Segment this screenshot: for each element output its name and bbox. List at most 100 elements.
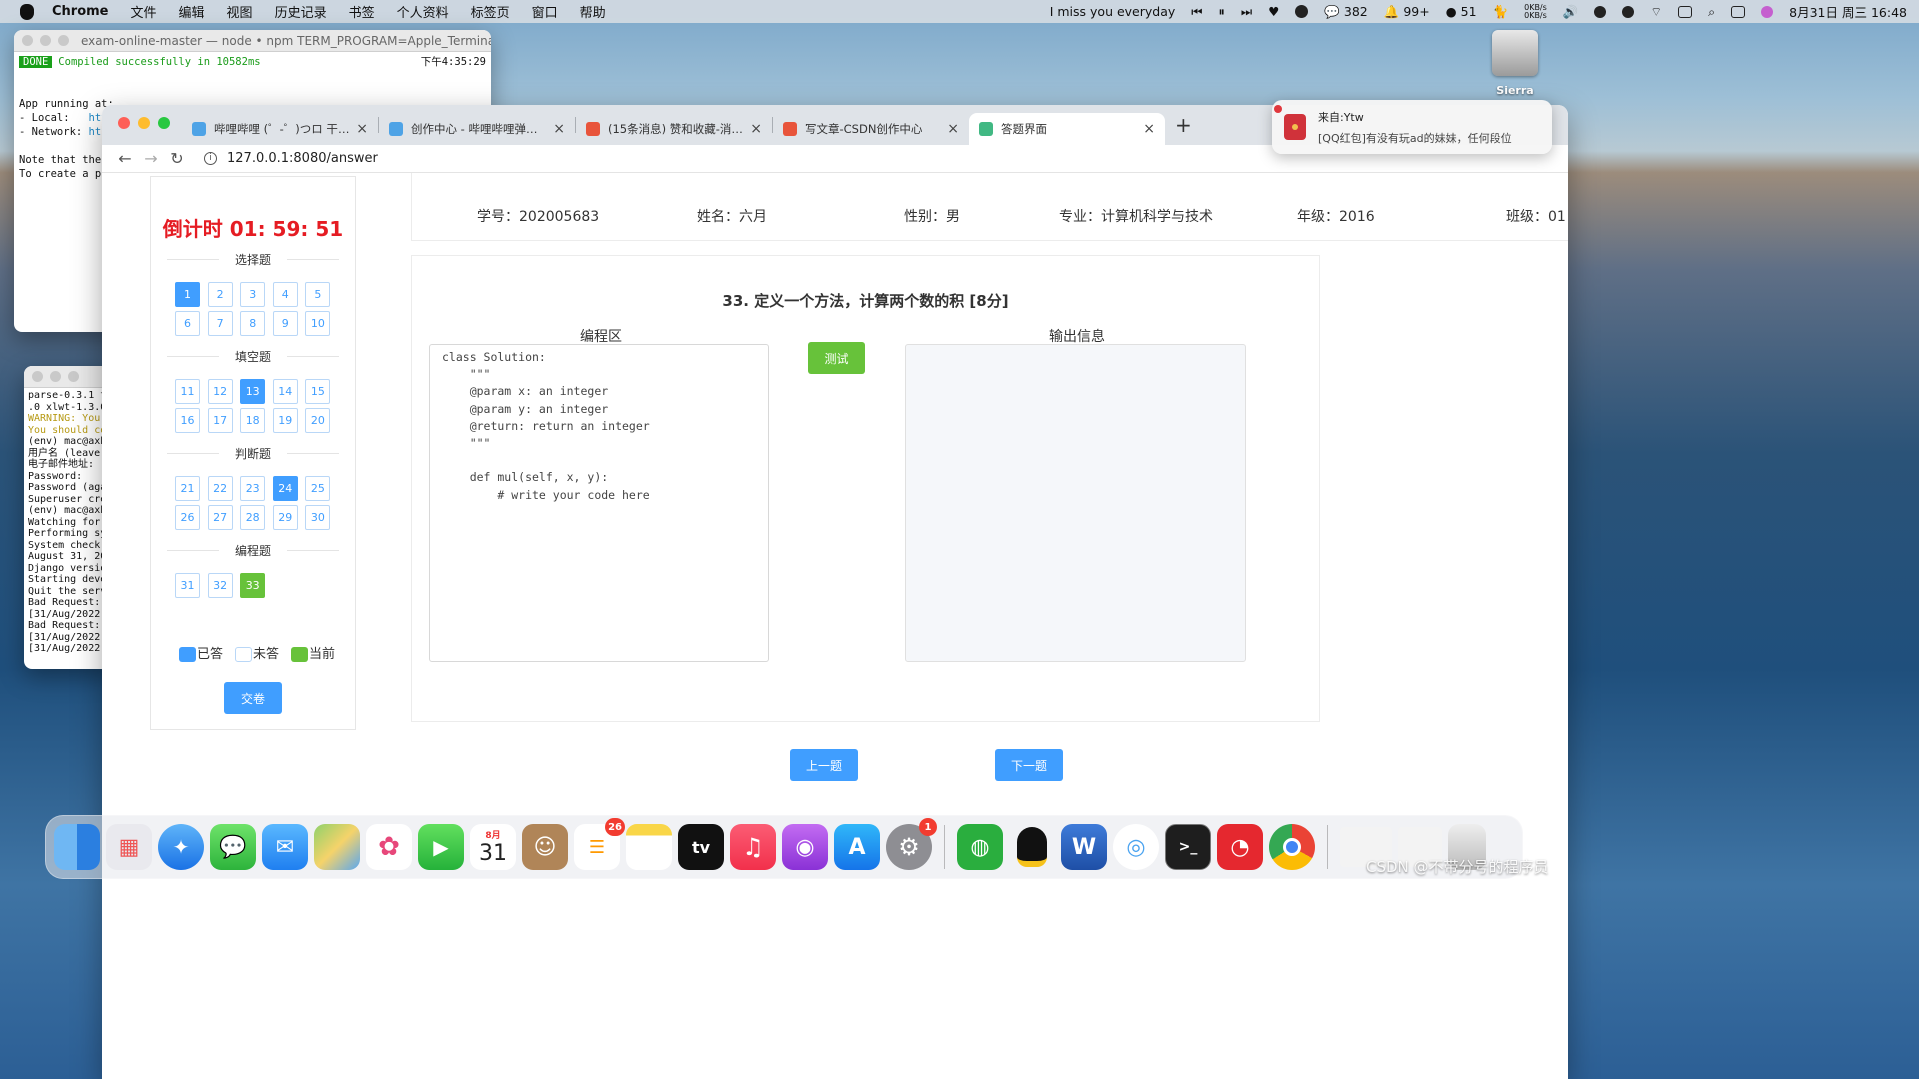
- menu-item-history[interactable]: 历史记录: [275, 2, 327, 21]
- chrome-window[interactable]: 哔哩哔哩 (゜-゜)つロ 干杯~-bili × 创作中心 - 哔哩哔哩弹幕视频网 ×…: [102, 105, 1568, 1079]
- pause-icon[interactable]: ⏸: [1219, 4, 1225, 20]
- user-icon[interactable]: [1622, 5, 1635, 18]
- prev-question-button[interactable]: 上一题: [790, 749, 858, 781]
- question-number-button[interactable]: 19: [272, 408, 298, 433]
- heart-icon[interactable]: ♥: [1268, 4, 1279, 19]
- finder-icon[interactable]: [54, 824, 100, 870]
- wifi-icon[interactable]: ⌔: [1650, 4, 1662, 20]
- menu-item-profile[interactable]: 个人资料: [397, 2, 449, 21]
- question-number-button[interactable]: 24: [272, 476, 298, 501]
- close-tab-icon[interactable]: ×: [750, 121, 762, 137]
- question-number-button[interactable]: 18: [240, 408, 266, 433]
- question-number-button[interactable]: 23: [240, 476, 266, 501]
- minimize-window-button[interactable]: [40, 35, 51, 46]
- minimize-window-button[interactable]: [138, 117, 150, 129]
- question-number-button[interactable]: 28: [240, 505, 266, 530]
- question-number-button[interactable]: 32: [207, 573, 233, 598]
- facetime-icon[interactable]: ▶: [418, 824, 464, 870]
- menu-item-edit[interactable]: 编辑: [179, 2, 205, 21]
- terminal-window-django[interactable]: parse-0.3.1 t .0 xlwt-1.3.0 WARNING: You Yo…: [24, 366, 114, 669]
- menu-item-window[interactable]: 窗口: [532, 2, 558, 21]
- menu-item-file[interactable]: 文件: [131, 2, 157, 21]
- question-number-button[interactable]: 13: [240, 379, 266, 404]
- question-number-button[interactable]: 7: [207, 311, 233, 336]
- menu-item-help[interactable]: 帮助: [580, 2, 606, 21]
- app-store-icon[interactable]: A: [834, 824, 880, 870]
- tab-answer-page[interactable]: 答题界面 ×: [969, 113, 1165, 145]
- music-icon[interactable]: ♫: [730, 824, 776, 870]
- question-number-button[interactable]: 11: [175, 379, 200, 404]
- mail-icon[interactable]: ✉: [262, 824, 308, 870]
- question-number-button[interactable]: 25: [305, 476, 331, 501]
- control-center-icon[interactable]: [1731, 5, 1746, 18]
- question-number-button[interactable]: 21: [175, 476, 200, 501]
- hard-disk-icon[interactable]: [1492, 30, 1538, 76]
- menu-item-tabs[interactable]: 标签页: [471, 2, 510, 21]
- question-number-button[interactable]: 33: [240, 573, 266, 598]
- question-number-button[interactable]: 5: [305, 282, 331, 307]
- volume-icon[interactable]: 🔊: [1563, 4, 1579, 20]
- question-number-button[interactable]: 1: [175, 282, 200, 307]
- question-number-button[interactable]: 20: [305, 408, 331, 433]
- qq-notification[interactable]: 来自:Ytw [QQ红包]有没有玩ad的妹妹，任何段位: [1272, 100, 1552, 154]
- tab-bilibili[interactable]: 哔哩哔哩 (゜-゜)つロ 干杯~-bili ×: [182, 113, 378, 145]
- question-number-button[interactable]: 26: [175, 505, 200, 530]
- netease-music-icon[interactable]: ◔: [1217, 824, 1263, 870]
- question-number-button[interactable]: 17: [207, 408, 233, 433]
- word-icon[interactable]: W: [1061, 824, 1107, 870]
- next-track-icon[interactable]: ⏭: [1241, 4, 1252, 20]
- menu-item-bookmarks[interactable]: 书签: [349, 2, 375, 21]
- zoom-window-button[interactable]: [68, 371, 79, 382]
- question-number-button[interactable]: 30: [305, 505, 331, 530]
- question-number-button[interactable]: 27: [207, 505, 233, 530]
- test-button[interactable]: 测试: [808, 342, 865, 374]
- question-number-button[interactable]: 4: [272, 282, 298, 307]
- terminal-output[interactable]: parse-0.3.1 t .0 xlwt-1.3.0 WARNING: You Yo…: [24, 388, 114, 657]
- close-tab-icon[interactable]: ×: [947, 121, 959, 137]
- apple-tv-icon[interactable]: tv: [678, 824, 724, 870]
- wechat-status[interactable]: ● 51: [1446, 4, 1477, 19]
- question-number-button[interactable]: 29: [272, 505, 298, 530]
- output-textarea[interactable]: [905, 344, 1246, 662]
- question-number-button[interactable]: 8: [240, 311, 266, 336]
- site-info-icon[interactable]: i: [204, 152, 217, 165]
- netease-icon[interactable]: [1295, 5, 1309, 18]
- question-number-button[interactable]: 31: [175, 573, 200, 598]
- close-window-button[interactable]: [22, 35, 33, 46]
- cat-icon[interactable]: 🐈: [1493, 4, 1509, 20]
- question-number-button[interactable]: 9: [272, 311, 298, 336]
- now-playing-text[interactable]: I miss you everyday: [1050, 4, 1176, 19]
- input-method-icon[interactable]: [1678, 5, 1693, 18]
- previous-track-icon[interactable]: ⏮: [1191, 4, 1202, 20]
- play-circle-icon[interactable]: [1594, 5, 1607, 18]
- messages-icon[interactable]: 💬: [210, 824, 256, 870]
- tab-bilibili-creator[interactable]: 创作中心 - 哔哩哔哩弹幕视频网 ×: [379, 113, 575, 145]
- question-number-button[interactable]: 16: [175, 408, 200, 433]
- disk-label[interactable]: Sierra: [1490, 84, 1540, 97]
- question-number-button[interactable]: 10: [305, 311, 331, 336]
- zoom-window-button[interactable]: [58, 35, 69, 46]
- terminal-title-bar[interactable]: [24, 366, 114, 388]
- qq-app-icon[interactable]: [1009, 824, 1055, 870]
- question-number-button[interactable]: 3: [240, 282, 266, 307]
- back-icon[interactable]: ←: [112, 149, 138, 168]
- zoom-window-button[interactable]: [158, 117, 170, 129]
- quicklook-icon[interactable]: ◎: [1113, 824, 1159, 870]
- photos-icon[interactable]: ✿: [366, 824, 412, 870]
- system-preferences-icon[interactable]: ⚙ 1: [886, 818, 937, 870]
- chrome-app-icon[interactable]: [1269, 824, 1315, 870]
- reload-icon[interactable]: ↻: [164, 149, 190, 168]
- new-tab-icon[interactable]: +: [1175, 113, 1192, 137]
- maps-icon[interactable]: [314, 824, 360, 870]
- question-number-button[interactable]: 15: [305, 379, 331, 404]
- qq-status[interactable]: 💬 382: [1324, 4, 1367, 20]
- terminal-app-icon[interactable]: >_: [1165, 824, 1211, 870]
- close-window-button[interactable]: [32, 371, 43, 382]
- question-number-button[interactable]: 22: [207, 476, 233, 501]
- next-question-button[interactable]: 下一题: [995, 749, 1063, 781]
- calendar-icon[interactable]: 8月 31: [470, 824, 516, 870]
- submit-exam-button[interactable]: 交卷: [224, 682, 282, 714]
- network-url[interactable]: ht: [89, 126, 102, 138]
- close-tab-icon[interactable]: ×: [1143, 121, 1155, 137]
- close-window-button[interactable]: [118, 117, 130, 129]
